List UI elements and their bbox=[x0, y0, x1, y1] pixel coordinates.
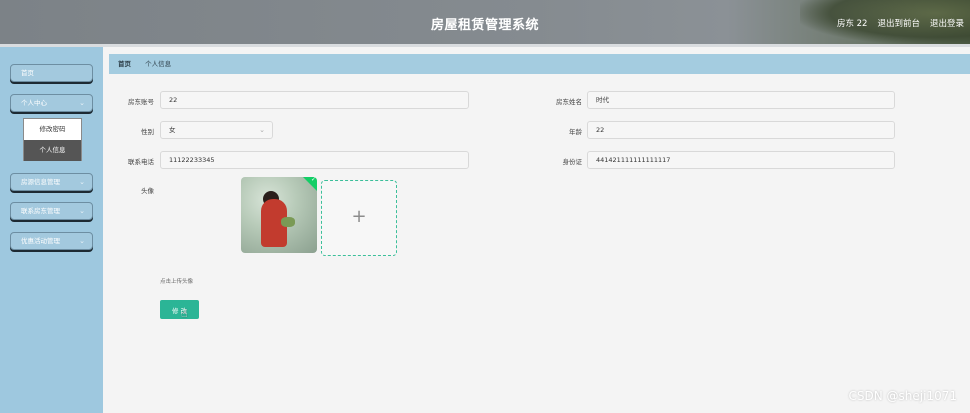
watermark: CSDN @sheji1071 bbox=[848, 389, 957, 403]
age-field[interactable]: 22 bbox=[587, 121, 895, 139]
chevron-down-icon: ⌄ bbox=[79, 99, 85, 107]
avatar-figure-bouquet bbox=[281, 217, 295, 227]
header-divider bbox=[0, 44, 970, 47]
submenu-item-personal-info[interactable]: 个人信息 bbox=[24, 140, 81, 161]
sidebar-item-label: 联系房东管理 bbox=[21, 207, 60, 215]
check-icon: ✓ bbox=[310, 177, 316, 183]
chevron-down-icon: ⌄ bbox=[79, 178, 85, 186]
plus-icon: + bbox=[351, 206, 367, 227]
sidebar-item-contact-landlord-management[interactable]: 联系房东管理 ⌄ bbox=[10, 202, 93, 220]
id-card-label: 身份证 bbox=[562, 158, 583, 166]
sidebar-item-label: 房源信息管理 bbox=[21, 178, 60, 186]
gender-select[interactable]: 女 ⌄ bbox=[160, 121, 273, 139]
submit-button[interactable]: 修 改 bbox=[160, 300, 199, 319]
age-label: 年龄 bbox=[569, 128, 582, 136]
chevron-down-icon: ⌄ bbox=[259, 126, 265, 134]
avatar-upload-box[interactable]: + bbox=[321, 180, 397, 256]
breadcrumb: 首页 个人信息 bbox=[109, 54, 970, 74]
hand-pointer-icon: ☝ bbox=[181, 307, 188, 320]
phone-field[interactable]: 11122233345 bbox=[160, 151, 469, 169]
submenu-item-change-password[interactable]: 修改密码 bbox=[24, 119, 81, 140]
phone-label: 联系电话 bbox=[128, 158, 154, 166]
upload-success-badge: ✓ bbox=[303, 177, 317, 191]
avatar-image[interactable]: ✓ bbox=[241, 177, 317, 253]
header-user-area: 房东 22 退出到前台 退出登录 bbox=[837, 17, 964, 29]
chevron-down-icon: ⌄ bbox=[79, 237, 85, 245]
name-field[interactable]: 时代 bbox=[587, 91, 895, 109]
back-to-front-link[interactable]: 退出到前台 bbox=[877, 17, 920, 29]
gender-select-value: 女 bbox=[169, 126, 176, 134]
breadcrumb-home[interactable]: 首页 bbox=[118, 60, 131, 68]
current-user-label: 房东 22 bbox=[836, 19, 868, 29]
top-header: 房屋租赁管理系统 房东 22 退出到前台 退出登录 bbox=[0, 0, 970, 44]
account-label: 房东账号 bbox=[128, 98, 154, 106]
sidebar-item-promotion-management[interactable]: 优惠活动管理 ⌄ bbox=[10, 232, 93, 250]
id-card-field[interactable]: 441421111111111117 bbox=[587, 151, 895, 169]
sidebar-item-label: 优惠活动管理 bbox=[21, 237, 60, 245]
sidebar-item-listing-management[interactable]: 房源信息管理 ⌄ bbox=[10, 173, 93, 191]
sidebar-item-label: 个人中心 bbox=[21, 99, 47, 107]
breadcrumb-current: 个人信息 bbox=[145, 60, 172, 68]
sidebar-item-personal-center[interactable]: 个人中心 ⌄ bbox=[10, 94, 93, 112]
system-title: 房屋租赁管理系统 bbox=[430, 18, 539, 33]
sidebar-item-label: 首页 bbox=[21, 69, 34, 77]
sidebar-item-home[interactable]: 首页 bbox=[10, 64, 93, 82]
gender-label: 性别 bbox=[141, 128, 154, 136]
name-label: 房东姓名 bbox=[556, 98, 582, 106]
account-field[interactable]: 22 bbox=[160, 91, 469, 109]
upload-hint: 点击上传头像 bbox=[160, 279, 194, 285]
personal-center-submenu: 修改密码 个人信息 bbox=[23, 118, 82, 161]
avatar-label: 头像 bbox=[141, 187, 154, 195]
logout-link[interactable]: 退出登录 bbox=[930, 17, 964, 29]
chevron-down-icon: ⌄ bbox=[79, 207, 85, 215]
